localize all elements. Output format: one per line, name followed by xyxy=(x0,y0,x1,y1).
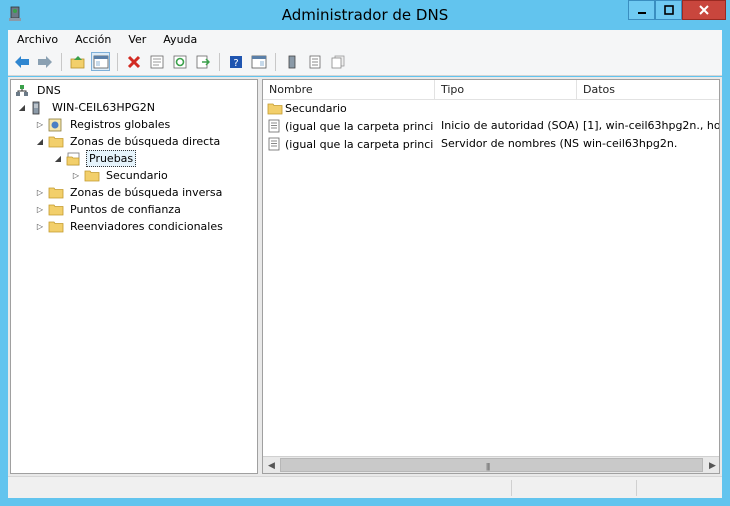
dns-manager-window: Administrador de DNS Archivo Acción Ver … xyxy=(0,0,730,506)
list-item[interactable]: (igual que la carpeta princip... Inicio … xyxy=(263,118,719,135)
tree-label: Zonas de búsqueda inversa xyxy=(70,186,223,199)
up-folder-icon[interactable] xyxy=(68,52,87,71)
status-divider xyxy=(636,480,637,496)
menu-archivo[interactable]: Archivo xyxy=(8,33,66,46)
menu-ver[interactable]: Ver xyxy=(119,33,154,46)
tree-label: Zonas de búsqueda directa xyxy=(70,135,221,148)
expanded-arrow-icon[interactable]: ◢ xyxy=(53,154,63,163)
column-header-tipo[interactable]: Tipo xyxy=(435,80,577,100)
global-records-icon xyxy=(48,118,64,132)
export-list-icon[interactable] xyxy=(193,52,212,71)
records-list[interactable]: Nombre Tipo Datos Secundario (igual que … xyxy=(262,79,720,474)
dns-icon xyxy=(15,84,31,98)
record-name: (igual que la carpeta princip... xyxy=(285,137,433,151)
title-bar: Administrador de DNS xyxy=(0,0,730,30)
minimize-button[interactable] xyxy=(628,0,655,20)
grip-icon: ||| xyxy=(486,462,490,471)
refresh-icon[interactable] xyxy=(170,52,189,71)
list-item[interactable]: Secundario xyxy=(263,100,719,117)
menu-ayuda[interactable]: Ayuda xyxy=(154,33,205,46)
collapsed-arrow-icon[interactable]: ▷ xyxy=(35,188,45,197)
tree-node-reenviadores[interactable]: ▷ Reenviadores condicionales xyxy=(35,218,225,235)
tree-node-puntos-confianza[interactable]: ▷ Puntos de confianza xyxy=(35,201,183,218)
tree-label: Pruebas xyxy=(86,150,137,167)
forward-icon[interactable] xyxy=(35,52,54,71)
window-title: Administrador de DNS xyxy=(281,6,449,24)
tree-root-dns[interactable]: DNS xyxy=(15,82,63,99)
console-tree-icon[interactable] xyxy=(249,52,268,71)
tree-label-dns: DNS xyxy=(37,84,61,97)
column-header-datos[interactable]: Datos xyxy=(577,80,719,100)
close-button[interactable] xyxy=(682,0,726,20)
cell-name: Secundario xyxy=(267,101,433,115)
tree-node-zonas-directa[interactable]: ◢ Zonas de búsqueda directa xyxy=(35,133,222,150)
record-icon xyxy=(267,119,283,133)
record-name: Secundario xyxy=(285,101,347,115)
folder-icon xyxy=(48,186,64,200)
back-icon[interactable] xyxy=(12,52,31,71)
toolbar: ? xyxy=(8,48,722,76)
status-bar xyxy=(8,476,722,498)
tree-node-secundario[interactable]: ▷ Secundario xyxy=(71,167,170,184)
server-icon[interactable] xyxy=(282,52,301,71)
cell-data: [1], win-ceil63hpg2n., hos... xyxy=(583,119,719,132)
cell-name: (igual que la carpeta princip... xyxy=(267,119,433,133)
collapsed-arrow-icon[interactable]: ▷ xyxy=(71,171,81,180)
tree-node-registros-globales[interactable]: ▷ Registros globales xyxy=(35,116,172,133)
server-icon xyxy=(30,101,46,115)
scrollbar-thumb[interactable]: ||| xyxy=(280,458,703,472)
tree-label: Secundario xyxy=(106,169,168,182)
collapsed-arrow-icon[interactable]: ▷ xyxy=(35,205,45,214)
properties-icon[interactable] xyxy=(147,52,166,71)
tree-label: Registros globales xyxy=(70,118,171,131)
record-name: (igual que la carpeta princip... xyxy=(285,119,433,133)
record-icon[interactable] xyxy=(305,52,324,71)
expanded-arrow-icon[interactable]: ◢ xyxy=(35,137,45,146)
main-content: DNS ◢ WIN-CEIL63HPG2N ▷ Registros global… xyxy=(8,77,722,476)
folder-icon xyxy=(84,169,100,183)
tree-label: Reenviadores condicionales xyxy=(70,220,223,233)
expanded-arrow-icon[interactable]: ◢ xyxy=(17,103,27,112)
menu-bar: Archivo Acción Ver Ayuda xyxy=(8,30,722,48)
toolbar-separator xyxy=(275,52,276,71)
menu-accion[interactable]: Acción xyxy=(66,33,119,46)
tree-label: Puntos de confianza xyxy=(70,203,181,216)
toolbar-separator xyxy=(219,52,220,71)
collapsed-arrow-icon[interactable]: ▷ xyxy=(35,120,45,129)
maximize-button[interactable] xyxy=(655,0,682,20)
toolbar-separator xyxy=(61,52,62,71)
show-hide-tree-icon[interactable] xyxy=(91,52,110,71)
collapsed-arrow-icon[interactable]: ▷ xyxy=(35,222,45,231)
svg-text:?: ? xyxy=(233,58,238,69)
tree-node-pruebas[interactable]: ◢ Pruebas xyxy=(53,150,137,167)
folder-icon xyxy=(48,220,64,234)
record-icon xyxy=(267,137,283,151)
list-item[interactable]: (igual que la carpeta princip... Servido… xyxy=(263,136,719,153)
console-tree[interactable]: DNS ◢ WIN-CEIL63HPG2N ▷ Registros global… xyxy=(10,79,258,474)
cell-type: Inicio de autoridad (SOA) xyxy=(441,119,579,132)
cell-type: Servidor de nombres (NS) xyxy=(441,137,579,150)
help-icon[interactable]: ? xyxy=(226,52,245,71)
tree-node-zonas-inversa[interactable]: ▷ Zonas de búsqueda inversa xyxy=(35,184,224,201)
column-header-nombre[interactable]: Nombre xyxy=(263,80,435,100)
toolbar-separator xyxy=(117,52,118,71)
horizontal-scrollbar[interactable]: ◀ ||| ▶ xyxy=(263,456,719,473)
delete-icon[interactable] xyxy=(124,52,143,71)
scroll-left-icon[interactable]: ◀ xyxy=(263,457,280,473)
cell-name: (igual que la carpeta princip... xyxy=(267,137,433,151)
tree-label-server: WIN-CEIL63HPG2N xyxy=(52,101,155,114)
zone-icon xyxy=(66,152,82,166)
cell-data: win-ceil63hpg2n. xyxy=(583,137,678,150)
scroll-right-icon[interactable]: ▶ xyxy=(704,457,719,473)
folder-icon xyxy=(48,203,64,217)
record-copy-icon[interactable] xyxy=(328,52,347,71)
status-divider xyxy=(511,480,512,496)
folder-icon xyxy=(48,135,64,149)
tree-node-server[interactable]: ◢ WIN-CEIL63HPG2N xyxy=(17,99,157,116)
folder-icon xyxy=(267,101,283,115)
